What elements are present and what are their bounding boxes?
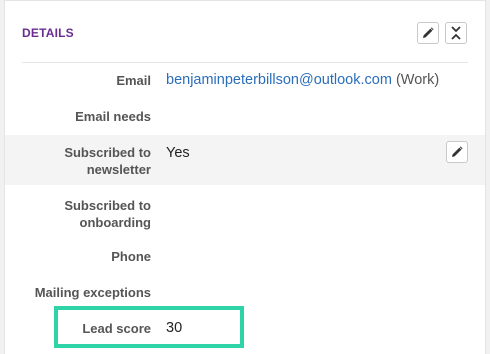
field-label-newsletter-line1: Subscribed to: [64, 145, 151, 160]
details-panel: DETAILS Email benjaminpeterbillson@outlo…: [4, 0, 486, 354]
field-label-onboarding-line2: onboarding: [79, 215, 152, 230]
field-label-email: Email: [116, 73, 151, 88]
panel-header: DETAILS: [5, 1, 485, 63]
collapse-icon: [451, 26, 461, 40]
email-link[interactable]: benjaminpeterbillson@outlook.com: [166, 72, 392, 88]
field-label-newsletter: Subscribed to newsletter: [5, 144, 151, 178]
field-row-email: Email benjaminpeterbillson@outlook.com (…: [5, 63, 485, 99]
panel-title: DETAILS: [22, 26, 74, 40]
pencil-icon: [423, 27, 434, 38]
field-value-newsletter: Yes: [166, 145, 190, 161]
field-label-onboarding: Subscribed to onboarding: [5, 197, 151, 231]
field-row-onboarding: Subscribed to onboarding: [5, 185, 485, 235]
field-label-onboarding-line1: Subscribed to: [64, 198, 151, 213]
field-row-newsletter[interactable]: Subscribed to newsletter Yes: [5, 135, 485, 185]
edit-newsletter-button[interactable]: [446, 141, 468, 163]
field-row-email-needs: Email needs: [5, 99, 485, 135]
field-label-mailing-exceptions: Mailing exceptions: [34, 285, 151, 300]
lead-score-highlight-box: [54, 306, 244, 348]
field-value-email: benjaminpeterbillson@outlook.com (Work): [166, 71, 439, 89]
field-row-mailing-exceptions: Mailing exceptions: [5, 271, 485, 307]
field-row-phone: Phone: [5, 235, 485, 271]
email-type-tag: (Work): [395, 72, 440, 88]
pencil-icon: [452, 146, 463, 157]
field-label-newsletter-line2: newsletter: [86, 162, 151, 177]
field-label-phone: Phone: [111, 249, 151, 264]
field-label-email-needs: Email needs: [75, 109, 151, 124]
collapse-button[interactable]: [445, 22, 467, 44]
edit-all-button[interactable]: [417, 22, 439, 44]
